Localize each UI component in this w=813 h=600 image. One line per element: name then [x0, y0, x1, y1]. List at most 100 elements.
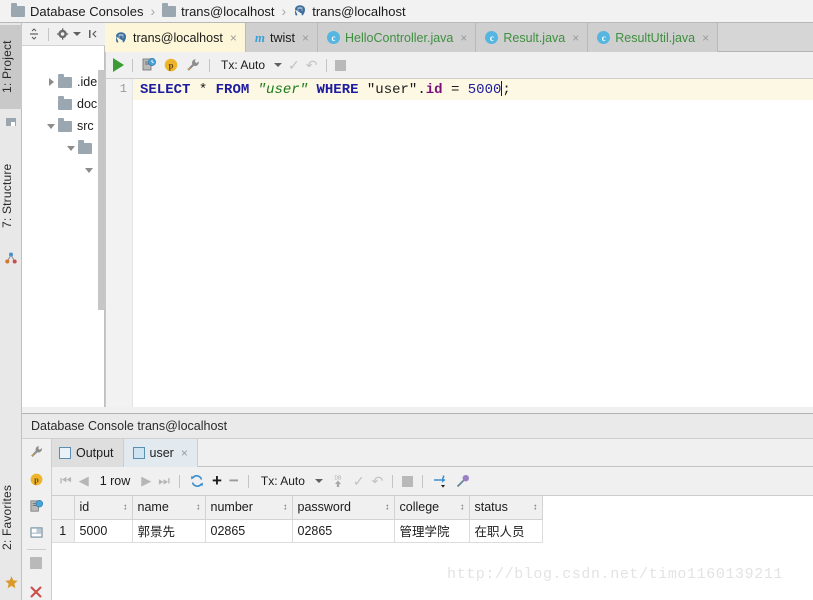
- expander-expanded-icon[interactable]: [44, 123, 58, 129]
- tab-user-result[interactable]: user ×: [123, 439, 198, 467]
- column-header-number[interactable]: number ↕: [204, 496, 293, 520]
- sort-indicator-icon[interactable]: ↕: [123, 502, 128, 511]
- sort-indicator-icon[interactable]: ↕: [283, 502, 288, 511]
- tree-node[interactable]: [22, 159, 105, 181]
- tree-node-label: src: [77, 119, 94, 133]
- close-icon[interactable]: ×: [302, 31, 309, 45]
- query-history-icon[interactable]: [141, 57, 157, 73]
- cell-college[interactable]: 管理学院: [393, 518, 470, 543]
- cell-id[interactable]: 5000: [73, 518, 133, 543]
- column-header-college[interactable]: college ↕: [393, 496, 470, 520]
- pin-tab-icon[interactable]: [455, 473, 471, 489]
- run-icon[interactable]: [113, 58, 124, 72]
- sql-token-keyword: WHERE: [316, 82, 359, 98]
- wrench-icon[interactable]: [185, 57, 201, 73]
- folder-icon: [58, 73, 72, 88]
- toolbar-divider: [209, 58, 210, 72]
- column-header-id[interactable]: id ↕: [73, 496, 133, 520]
- sidebar-item-project[interactable]: 1: Project: [0, 25, 22, 109]
- chevron-down-icon[interactable]: [73, 32, 81, 36]
- sql-token-keyword: SELECT: [140, 82, 191, 98]
- project-tree[interactable]: .ide doc src: [22, 46, 105, 407]
- close-icon[interactable]: [28, 584, 42, 598]
- tree-node[interactable]: doc: [22, 93, 105, 115]
- collapse-all-icon[interactable]: [26, 26, 42, 42]
- tree-node[interactable]: src: [22, 115, 105, 137]
- console-tab-bar: Output user ×: [22, 439, 813, 467]
- tab-resultutil-java[interactable]: c ResultUtil.java ×: [588, 23, 719, 52]
- stop-icon[interactable]: [30, 557, 42, 569]
- grid-empty-area: [560, 496, 813, 566]
- query-history-icon[interactable]: [29, 499, 44, 513]
- tab-result-java[interactable]: c Result.java ×: [476, 23, 589, 52]
- table-layout-icon[interactable]: [29, 525, 43, 539]
- tab-label: trans@localhost: [133, 30, 223, 45]
- sort-indicator-icon[interactable]: ↕: [460, 502, 465, 511]
- table-row[interactable]: 1 5000 郭景先 02865 02865 管理学院 在职人员: [52, 518, 543, 543]
- structure-icon[interactable]: [4, 251, 18, 265]
- sort-indicator-icon[interactable]: ↕: [533, 502, 538, 511]
- sidebar-item-structure[interactable]: 7: Structure: [0, 141, 22, 251]
- cell-status[interactable]: 在职人员: [468, 518, 543, 543]
- code-area[interactable]: SELECT * FROM "user" WHERE "user".id = 5…: [133, 79, 813, 407]
- first-page-button[interactable]: ⏮: [60, 473, 72, 489]
- tree-node[interactable]: .ide: [22, 71, 105, 93]
- sql-query-line[interactable]: SELECT * FROM "user" WHERE "user".id = 5…: [133, 79, 813, 100]
- tab-output[interactable]: Output: [50, 439, 124, 467]
- close-icon[interactable]: ×: [460, 31, 467, 45]
- chevron-down-icon[interactable]: [274, 63, 283, 67]
- close-icon[interactable]: ×: [181, 446, 188, 460]
- gear-icon[interactable]: [55, 26, 71, 42]
- cell-name[interactable]: 郭景先: [131, 518, 206, 543]
- parameters-icon[interactable]: p: [163, 57, 179, 73]
- java-class-icon: c: [485, 31, 499, 44]
- expander-expanded-icon[interactable]: [64, 145, 78, 151]
- column-header-name[interactable]: name ↕: [131, 496, 206, 520]
- parameters-icon[interactable]: p: [29, 472, 43, 486]
- transaction-mode-label[interactable]: Tx: Auto: [261, 474, 305, 488]
- favorites-star-icon[interactable]: [4, 575, 18, 589]
- transpose-icon[interactable]: [432, 473, 448, 489]
- sidebar-item-favorites[interactable]: 2: Favorites: [0, 463, 22, 571]
- breadcrumb-label: Database Consoles: [30, 3, 144, 19]
- result-table: id ↕ name ↕ number ↕ password ↕ college …: [52, 496, 543, 543]
- chevron-down-icon[interactable]: [314, 479, 323, 483]
- breadcrumb-item-database-consoles[interactable]: Database Consoles: [8, 0, 146, 23]
- expander-expanded-icon[interactable]: [82, 167, 96, 173]
- sort-indicator-icon[interactable]: ↕: [385, 502, 390, 511]
- last-page-button[interactable]: ⏭: [158, 473, 170, 489]
- project-window-icon[interactable]: [4, 115, 18, 129]
- row-count-label: 1 row: [99, 474, 131, 488]
- wrench-icon[interactable]: [29, 444, 43, 458]
- tab-twist[interactable]: m twist ×: [245, 23, 318, 52]
- transaction-mode-label[interactable]: Tx: Auto: [221, 58, 265, 72]
- close-icon[interactable]: ×: [572, 31, 579, 45]
- close-icon[interactable]: ×: [702, 31, 709, 45]
- previous-page-button[interactable]: ◀: [79, 473, 89, 489]
- stop-icon: [334, 59, 346, 71]
- project-tree-scrollbar[interactable]: [98, 70, 105, 310]
- folder-icon: [162, 2, 177, 17]
- next-page-button[interactable]: ▶: [141, 473, 151, 489]
- breadcrumb-item-trans-localhost[interactable]: trans@localhost: [159, 0, 277, 23]
- table-header-row: id ↕ name ↕ number ↕ password ↕ college …: [52, 496, 543, 520]
- cell-password[interactable]: 02865: [291, 518, 395, 543]
- expander-collapsed-icon[interactable]: [44, 78, 58, 86]
- submit-to-database-icon[interactable]: DB: [330, 473, 346, 489]
- breadcrumb-item-console[interactable]: trans@localhost: [290, 0, 408, 23]
- cell-number[interactable]: 02865: [204, 518, 293, 543]
- tree-node[interactable]: [22, 137, 105, 159]
- tab-hellocontroller-java[interactable]: c HelloController.java ×: [317, 23, 477, 52]
- close-icon[interactable]: ×: [230, 31, 237, 45]
- tab-trans-localhost[interactable]: trans@localhost ×: [105, 23, 246, 52]
- column-header-password[interactable]: password ↕: [291, 496, 395, 520]
- column-header-status[interactable]: status ↕: [468, 496, 543, 520]
- column-label: number: [210, 500, 253, 515]
- hide-panel-icon[interactable]: [85, 26, 101, 42]
- reload-icon[interactable]: [189, 473, 205, 489]
- sort-indicator-icon[interactable]: ↕: [196, 502, 201, 511]
- add-row-button[interactable]: +: [212, 471, 222, 491]
- delete-row-button[interactable]: −: [229, 471, 239, 491]
- sql-token-keyword: FROM: [215, 82, 250, 98]
